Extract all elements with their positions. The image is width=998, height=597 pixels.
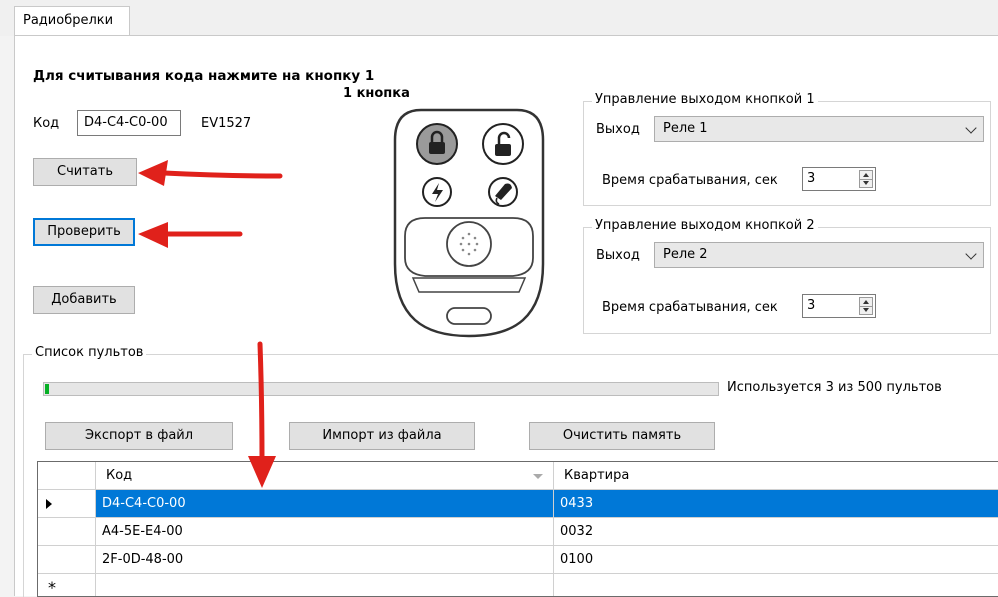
- new-row-marker-icon[interactable]: *: [38, 574, 96, 596]
- export-button[interactable]: Экспорт в файл: [45, 422, 233, 450]
- usage-text: Используется 3 из 500 пультов: [727, 380, 942, 395]
- usage-progress-fill: [45, 384, 49, 394]
- annotation-arrow-icon: [138, 160, 283, 186]
- read-button[interactable]: Считать: [33, 158, 137, 186]
- table-cell-code[interactable]: A4-5E-E4-00: [96, 518, 554, 546]
- clear-memory-button[interactable]: Очистить память: [529, 422, 715, 450]
- tab-strip: Радиобрелки: [0, 0, 998, 36]
- output2-selected-value: Реле 2: [663, 247, 708, 262]
- add-button[interactable]: Добавить: [33, 286, 135, 314]
- remote-caption: 1 кнопка: [343, 86, 410, 101]
- current-row-icon: [46, 499, 52, 509]
- row-header[interactable]: [38, 546, 96, 574]
- remote-list-title: Список пультов: [32, 345, 147, 360]
- output1-group: Управление выходом кнопкой 1 Выход Реле …: [583, 92, 991, 206]
- column-header-code-label: Код: [106, 468, 133, 483]
- output1-label: Выход: [596, 122, 640, 137]
- row-header-corner: [38, 462, 96, 490]
- output1-title: Управление выходом кнопкой 1: [592, 92, 818, 107]
- column-header-apartment[interactable]: Квартира: [554, 462, 998, 490]
- output1-time-stepper[interactable]: 3: [802, 167, 876, 191]
- remotes-table[interactable]: Код Квартира D4-C4-C0-00 0433 A4-5E-E4-0…: [37, 461, 998, 597]
- chevron-down-icon: [965, 248, 977, 260]
- code-label: Код: [33, 116, 60, 131]
- usage-progress-bar: [43, 382, 719, 396]
- column-header-code[interactable]: Код: [96, 462, 554, 490]
- protocol-label: EV1527: [201, 116, 252, 131]
- row-header[interactable]: [38, 490, 96, 518]
- spin-arrows-icon[interactable]: [859, 170, 873, 188]
- output2-time-stepper[interactable]: 3: [802, 294, 876, 318]
- tab-panel: Для считывания кода нажмите на кнопку 1 …: [14, 35, 998, 597]
- remote-image: [393, 108, 545, 338]
- read-instruction: Для считывания кода нажмите на кнопку 1: [33, 68, 375, 84]
- output2-group: Управление выходом кнопкой 2 Выход Реле …: [583, 218, 991, 334]
- output2-title: Управление выходом кнопкой 2: [592, 218, 818, 233]
- table-cell-apartment[interactable]: 0032: [554, 518, 998, 546]
- output1-select[interactable]: Реле 1: [654, 116, 984, 142]
- spin-arrows-icon[interactable]: [859, 297, 873, 315]
- annotation-arrow-icon: [138, 222, 243, 248]
- sort-arrow-icon: [533, 474, 543, 479]
- row-header[interactable]: [38, 518, 96, 546]
- new-row-cell-code[interactable]: [96, 574, 554, 596]
- annotation-arrow-icon: [248, 341, 276, 488]
- import-button[interactable]: Импорт из файла: [289, 422, 475, 450]
- output2-select[interactable]: Реле 2: [654, 242, 984, 268]
- output1-time-value: 3: [807, 171, 816, 186]
- output2-time-label: Время срабатывания, сек: [602, 300, 778, 315]
- new-row-cell-apartment[interactable]: [554, 574, 998, 596]
- table-cell-apartment[interactable]: 0100: [554, 546, 998, 574]
- output1-selected-value: Реле 1: [663, 121, 708, 136]
- tab-radio-fobs[interactable]: Радиобрелки: [14, 6, 130, 36]
- column-header-apartment-label: Квартира: [564, 468, 630, 483]
- code-field[interactable]: D4-C4-C0-00: [77, 110, 181, 136]
- table-cell-apartment[interactable]: 0433: [554, 490, 998, 518]
- output2-time-value: 3: [807, 298, 816, 313]
- table-cell-code[interactable]: D4-C4-C0-00: [96, 490, 554, 518]
- output1-time-label: Время срабатывания, сек: [602, 173, 778, 188]
- chevron-down-icon: [965, 122, 977, 134]
- table-cell-code[interactable]: 2F-0D-48-00: [96, 546, 554, 574]
- check-button[interactable]: Проверить: [33, 218, 135, 246]
- output2-label: Выход: [596, 248, 640, 263]
